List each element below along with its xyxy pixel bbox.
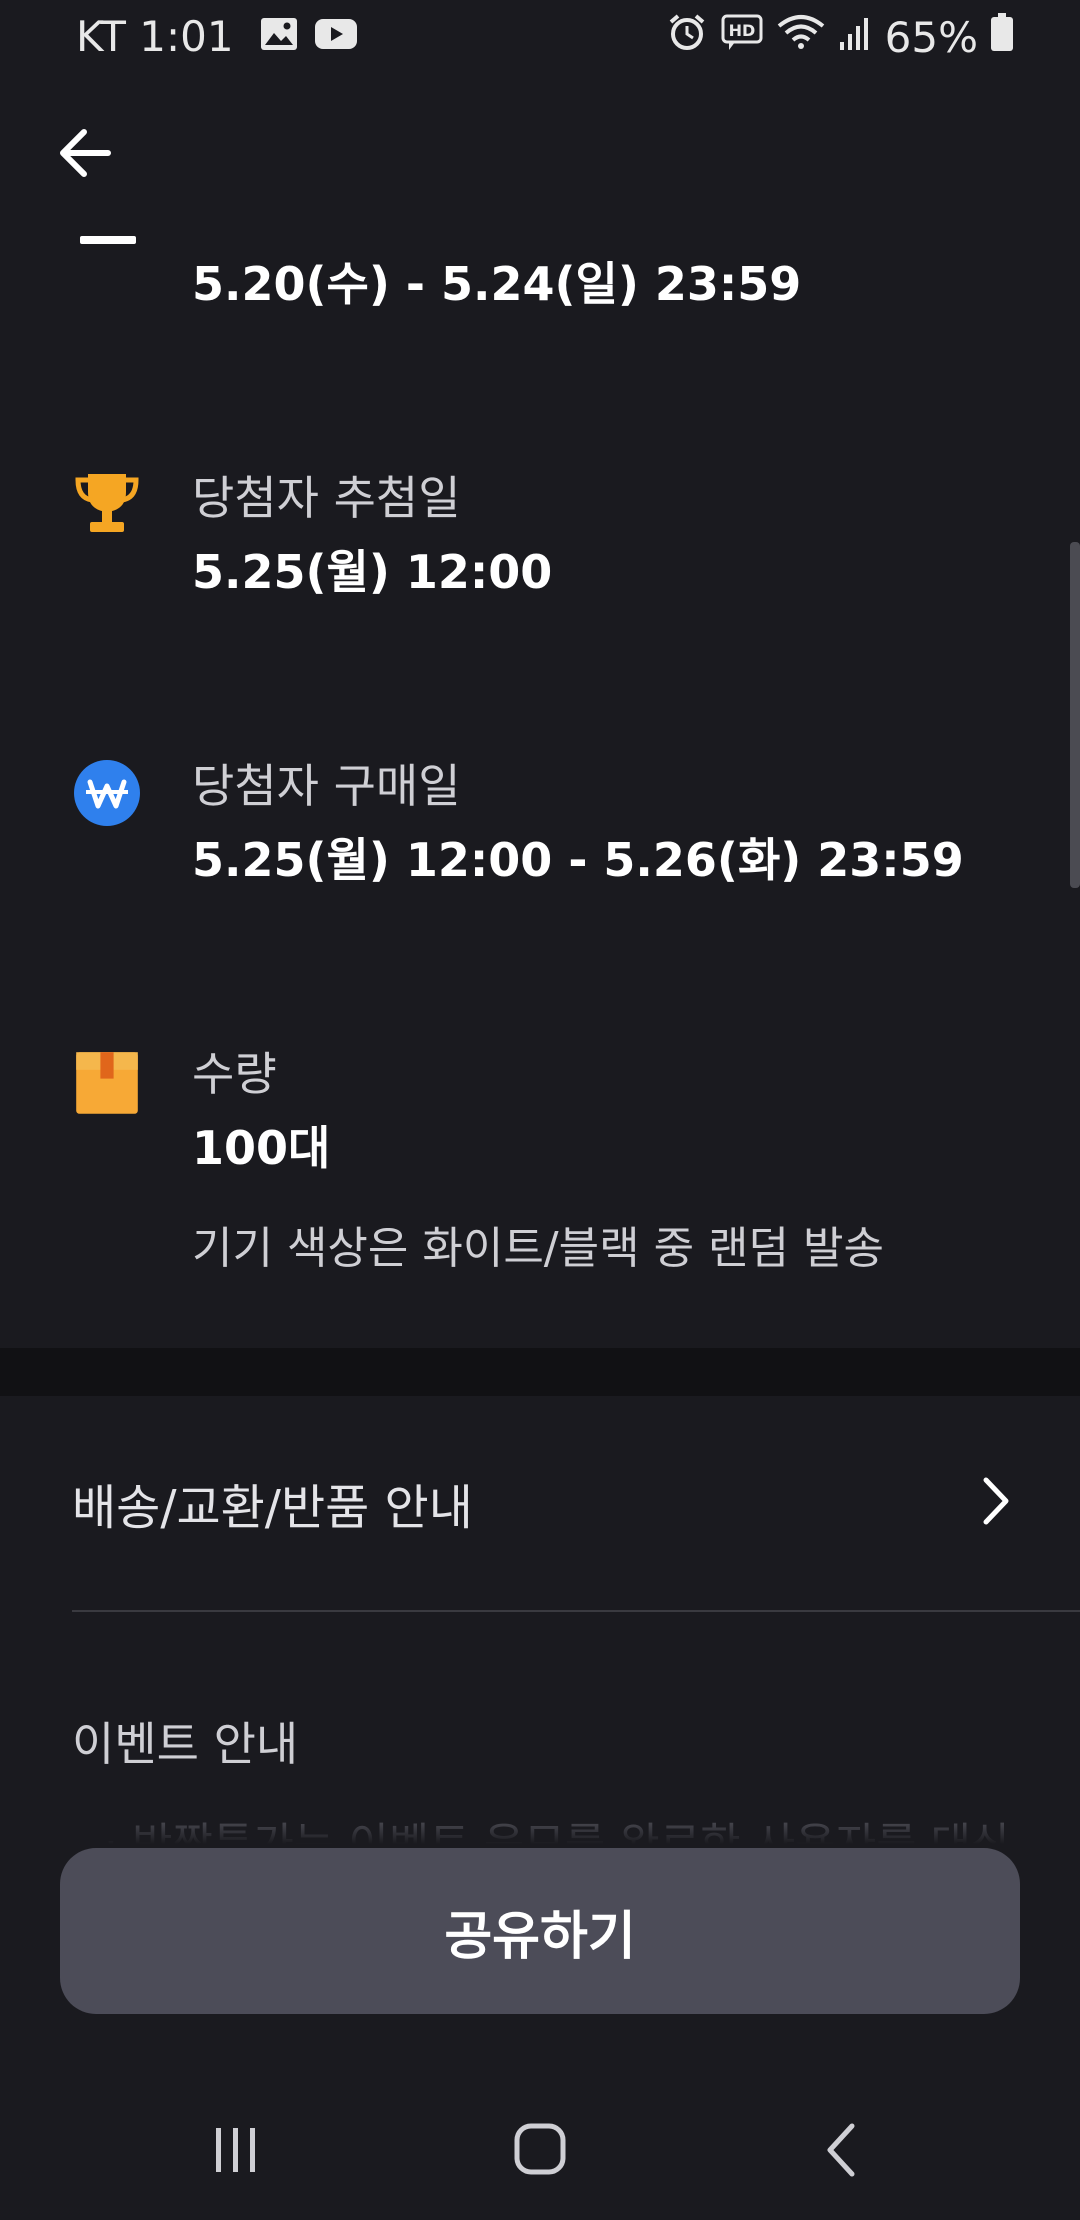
status-right: HD 65% (667, 12, 1014, 62)
youtube-icon (314, 12, 358, 61)
alarm-icon (667, 12, 707, 62)
signal-icon (839, 13, 871, 62)
navigation-bar (0, 2056, 1080, 2220)
shipping-info-label: 배송/교환/반품 안내 (72, 1480, 473, 1536)
svg-text:HD: HD (728, 21, 755, 40)
recent-apps-button[interactable] (196, 2120, 276, 2180)
won-icon (74, 760, 140, 826)
wifi-icon (777, 13, 825, 62)
quantity-label: 수량 (192, 1047, 277, 1101)
nav-back-button[interactable] (802, 2120, 882, 2180)
section-divider (0, 1348, 1080, 1396)
quantity-note: 기기 색상은 화이트/블랙 중 랜덤 발송 (192, 1223, 884, 1274)
nav-back-icon (827, 2123, 855, 2177)
draw-date-value: 5.25(월) 12:00 (192, 545, 553, 599)
trophy-icon (74, 470, 140, 536)
battery-percent: 65% (884, 12, 978, 62)
back-button[interactable] (50, 118, 120, 188)
image-icon (260, 12, 298, 61)
battery-icon (990, 12, 1014, 62)
carrier-time: KT 1:01 (76, 12, 234, 61)
status-left: KT 1:01 (76, 12, 358, 61)
purchase-date-label: 당첨자 구매일 (192, 759, 461, 813)
home-button[interactable] (500, 2120, 580, 2180)
chevron-right-icon (976, 1476, 1016, 1526)
purchase-date-value: 5.25(월) 12:00 - 5.26(화) 23:59 (192, 833, 964, 887)
scrollbar-thumb[interactable] (1070, 542, 1080, 888)
home-icon (514, 2123, 566, 2175)
hd-icon: HD (721, 13, 763, 62)
entry-period-value: 5.20(수) - 5.24(일) 23:59 (192, 257, 802, 311)
back-arrow-icon (60, 129, 111, 177)
row-divider (72, 1610, 1080, 1612)
box-icon (74, 1050, 140, 1116)
event-info-title: 이벤트 안내 (72, 1717, 299, 1771)
draw-date-label: 당첨자 추첨일 (192, 471, 461, 525)
status-bar: KT 1:01 HD 65% (0, 0, 1080, 74)
recent-apps-icon (216, 2128, 255, 2172)
share-button[interactable]: 공유하기 (60, 1848, 1020, 2014)
calendar-icon-partial (80, 236, 136, 244)
quantity-value: 100대 (192, 1121, 331, 1175)
shipping-info-row[interactable]: 배송/교환/반품 안내 (0, 1396, 1080, 1610)
